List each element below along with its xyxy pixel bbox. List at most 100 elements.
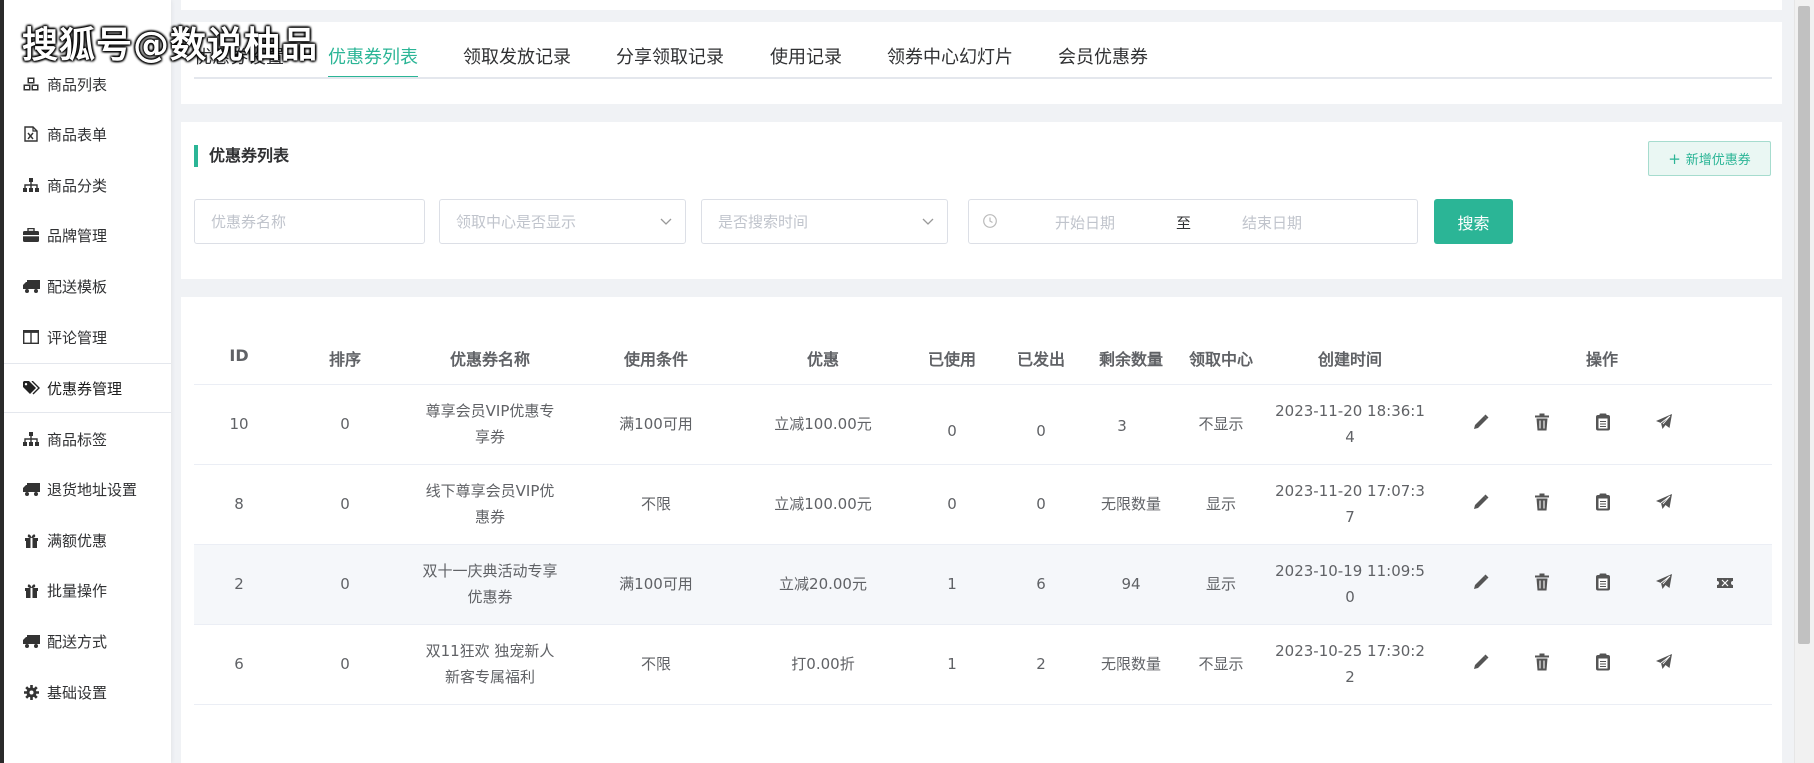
- cell-name-line2: 享券: [474, 428, 506, 446]
- edit-button[interactable]: [1470, 493, 1492, 515]
- cell-name-line1: 尊享会员VIP优惠专: [425, 402, 555, 420]
- delete-button[interactable]: [1531, 653, 1553, 675]
- tab-share-records[interactable]: 分享领取记录: [616, 43, 724, 78]
- clipboard-icon: [1595, 493, 1611, 515]
- cell-created-line1: 2023-10-25 17:30:2: [1275, 642, 1425, 660]
- sidebar-item-label: 配送方式: [47, 632, 108, 651]
- delete-button[interactable]: [1531, 573, 1553, 595]
- copy-button[interactable]: [1592, 573, 1614, 595]
- clipboard-icon: [1595, 573, 1611, 595]
- sidebar-item-label: 基础设置: [47, 683, 108, 702]
- sidebar-item-return-address[interactable]: 退货地址设置: [4, 464, 171, 514]
- coupon-name-input[interactable]: 优惠券名称: [194, 199, 425, 244]
- sidebar-item-label: 商品表单: [47, 125, 108, 144]
- truck-icon: [22, 632, 40, 650]
- sidebar-item-full-discount[interactable]: 满额优惠: [4, 515, 171, 565]
- chevron-down-icon: [921, 214, 935, 232]
- pencil-icon: [1472, 573, 1490, 595]
- page-scrollbar[interactable]: [1794, 0, 1814, 763]
- col-header-remaining: 剩余数量: [1098, 350, 1164, 369]
- col-header-name: 优惠券名称: [449, 350, 531, 369]
- search-button[interactable]: 搜索: [1434, 199, 1513, 244]
- sidebar-item-batch-ops[interactable]: 批量操作: [4, 565, 171, 615]
- col-header-discount: 优惠: [806, 350, 840, 369]
- cell-created: 2023-11-20 18:36:1 4: [1275, 398, 1425, 450]
- coupon-name-placeholder: 优惠券名称: [211, 213, 287, 231]
- cell-remaining: 无限数量: [1100, 655, 1162, 673]
- col-header-sort: 排序: [328, 350, 362, 369]
- pencil-icon: [1472, 413, 1490, 435]
- trash-icon: [1534, 493, 1550, 515]
- sidebar-item-product-form[interactable]: 商品表单: [4, 109, 171, 159]
- send-button[interactable]: [1653, 493, 1675, 515]
- start-date-input[interactable]: 开始日期: [1055, 212, 1115, 233]
- col-header-center: 领取中心: [1188, 350, 1254, 369]
- sidebar-item-label: 商品标签: [47, 430, 108, 449]
- section-title: 优惠券列表: [194, 145, 289, 167]
- tab-coupon-list[interactable]: 优惠券列表: [328, 43, 418, 78]
- paper-plane-icon: [1655, 413, 1673, 435]
- copy-button[interactable]: [1592, 653, 1614, 675]
- sidebar-item-shipping-template[interactable]: 配送模板: [4, 261, 171, 311]
- sidebar-item-label: 优惠券管理: [47, 379, 123, 398]
- delete-button[interactable]: [1531, 493, 1553, 515]
- sidebar-item-delivery-method[interactable]: 配送方式: [4, 616, 171, 666]
- edit-button[interactable]: [1470, 413, 1492, 435]
- cell-name-line1: 双11狂欢 独宠新人: [425, 642, 555, 660]
- cell-name: 双11狂欢 独宠新人 新客专属福利: [426, 638, 555, 690]
- edit-button[interactable]: [1470, 653, 1492, 675]
- center-display-select[interactable]: 领取中心是否显示: [439, 199, 686, 244]
- tab-usage-records[interactable]: 使用记录: [770, 43, 842, 78]
- sidebar-item-reviews[interactable]: 评论管理: [4, 312, 171, 362]
- tab-member-coupons[interactable]: 会员优惠券: [1058, 43, 1148, 78]
- copy-button[interactable]: [1592, 493, 1614, 515]
- time-search-select[interactable]: 是否搜索时间: [701, 199, 948, 244]
- tabs-bar: 优惠券设置 优惠券列表 领取发放记录 分享领取记录 使用记录 领券中心幻灯片 会…: [181, 22, 1782, 104]
- cell-name: 线下尊享会员VIP优 惠券: [426, 478, 555, 530]
- cell-discount: 立减20.00元: [779, 575, 867, 593]
- send-button[interactable]: [1653, 413, 1675, 435]
- truck-icon: [22, 480, 40, 498]
- scrollbar-thumb[interactable]: [1798, 6, 1810, 644]
- clock-icon: [982, 213, 998, 233]
- end-date-input[interactable]: 结束日期: [1242, 212, 1302, 233]
- cell-condition: 不限: [640, 655, 672, 673]
- delete-button[interactable]: [1531, 413, 1553, 435]
- cell-id: 6: [234, 655, 244, 673]
- date-range-picker[interactable]: 开始日期 至 结束日期: [968, 199, 1418, 244]
- cell-condition: 满100可用: [619, 415, 693, 433]
- columns-icon: [22, 328, 40, 346]
- send-button[interactable]: [1653, 653, 1675, 675]
- tab-claim-records[interactable]: 领取发放记录: [463, 43, 571, 78]
- edit-button[interactable]: [1470, 573, 1492, 595]
- cell-issued: 0: [1036, 495, 1046, 513]
- col-header-issued: 已发出: [1016, 350, 1066, 369]
- time-search-placeholder: 是否搜索时间: [718, 213, 809, 231]
- trash-icon: [1534, 653, 1550, 675]
- sidebar-item-brand[interactable]: 品牌管理: [4, 210, 171, 260]
- file-excel-icon: [22, 125, 40, 143]
- cell-used: 0: [947, 495, 957, 513]
- sidebar-item-category[interactable]: 商品分类: [4, 160, 171, 210]
- table-row: 6 0 双11狂欢 独宠新人 新客专属福利 不限 打0.00折 1 2 无限数量 …: [194, 625, 1772, 704]
- sidebar-item-product-tags[interactable]: 商品标签: [4, 414, 171, 464]
- copy-button[interactable]: [1592, 413, 1614, 435]
- sidebar-item-coupons[interactable]: 优惠券管理: [4, 363, 171, 413]
- cell-used: 1: [947, 575, 957, 593]
- ticket-button[interactable]: [1714, 573, 1736, 595]
- cell-used: 1: [947, 655, 957, 673]
- add-coupon-button[interactable]: + 新增优惠券: [1648, 141, 1771, 176]
- sidebar-item-label: 商品分类: [47, 176, 108, 195]
- ticket-icon: [1716, 575, 1734, 594]
- send-button[interactable]: [1653, 573, 1675, 595]
- tab-slideshow[interactable]: 领券中心幻灯片: [887, 43, 1013, 78]
- sidebar-item-basic-settings[interactable]: 基础设置: [4, 667, 171, 717]
- gift-icon: [22, 531, 40, 549]
- cell-name: 双十一庆典活动专享 优惠券: [422, 558, 557, 610]
- chevron-down-icon: [659, 214, 673, 232]
- pencil-icon: [1472, 653, 1490, 675]
- cell-sort: 0: [340, 655, 350, 673]
- col-header-used: 已使用: [927, 350, 977, 369]
- coupon-table: ID 排序 优惠券名称 使用条件 优惠 已使用 已发出 剩余数量 领取中心 创建…: [181, 297, 1782, 763]
- cell-remaining: 3: [1117, 417, 1127, 435]
